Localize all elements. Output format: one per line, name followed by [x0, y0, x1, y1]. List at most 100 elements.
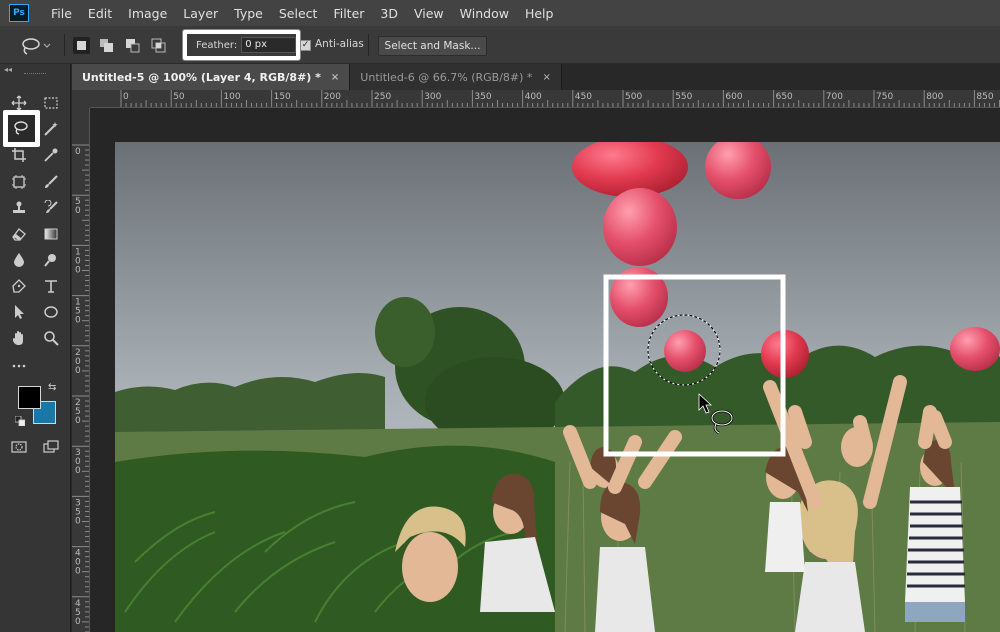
rectangular-marquee-icon — [44, 97, 58, 109]
antialias-checkbox[interactable]: ✓ — [300, 40, 311, 51]
add-to-selection-button[interactable] — [98, 37, 115, 54]
ruler-origin[interactable] — [72, 90, 90, 108]
ruler-label: 750 — [876, 92, 893, 102]
eraser-tool[interactable] — [8, 223, 30, 245]
menu-layer[interactable]: Layer — [175, 6, 226, 21]
quick-mask-button[interactable] — [8, 436, 30, 458]
ruler-label: 250 — [374, 92, 391, 102]
foreground-color-swatch[interactable] — [18, 386, 41, 409]
new-selection-icon — [77, 41, 86, 50]
new-selection-button[interactable] — [73, 37, 90, 54]
ruler-label: 0 — [75, 147, 81, 157]
feather-label: Feather: — [196, 39, 238, 51]
ellipse-tool[interactable] — [40, 301, 62, 323]
photoshop-logo-icon: Ps — [9, 4, 29, 22]
menu-image[interactable]: Image — [120, 6, 175, 21]
subtract-from-selection-button[interactable] — [124, 37, 141, 54]
tab-label: Untitled-5 @ 100% (Layer 4, RGB/8#) * — [82, 70, 321, 84]
ruler-label: 150 — [75, 298, 81, 326]
brush-icon — [45, 175, 58, 188]
highlight-box — [603, 274, 786, 457]
vertical-ruler[interactable]: 0 50 100 150 200 250 300 350 400 450 — [72, 108, 90, 632]
magic-wand-tool[interactable] — [40, 118, 62, 140]
ruler-ticks: 0 5 0 1 0 0 1 5 0 2 0 0 2 5 0 3 0 0 3 5 0 4 0 0 4 5 0 — [72, 144, 89, 632]
panel-grip[interactable] — [24, 73, 46, 75]
history-brush-icon — [44, 200, 58, 213]
menu-edit[interactable]: Edit — [80, 6, 120, 21]
magic-wand-icon — [44, 122, 58, 136]
tab-untitled-5[interactable]: Untitled-5 @ 100% (Layer 4, RGB/8#) * × — [72, 64, 351, 90]
menu-type[interactable]: Type — [226, 6, 271, 21]
clone-stamp-tool[interactable] — [8, 197, 30, 219]
tab-untitled-6[interactable]: Untitled-6 @ 66.7% (RGB/8#) * × — [350, 64, 562, 90]
crop-tool[interactable] — [8, 144, 30, 166]
dodge-tool[interactable] — [40, 249, 62, 271]
intersect-selection-icon — [151, 38, 166, 53]
type-tool[interactable] — [40, 275, 62, 297]
ruler-label: 450 — [75, 599, 81, 627]
menu-select[interactable]: Select — [271, 6, 326, 21]
menu-window[interactable]: Window — [452, 6, 517, 21]
menu-3d[interactable]: 3D — [372, 6, 406, 21]
more-icon — [12, 364, 26, 368]
ruler-label: 50 — [173, 92, 185, 102]
add-selection-icon — [100, 39, 113, 52]
ruler-label: 350 — [75, 498, 81, 526]
lasso-tool[interactable] — [10, 117, 32, 139]
ellipse-icon — [44, 306, 58, 318]
dodge-icon — [44, 254, 56, 267]
frame-tool[interactable] — [8, 171, 30, 193]
swap-colors-icon[interactable]: ⇆ — [48, 382, 56, 393]
menu-file[interactable]: File — [43, 6, 80, 21]
feather-input[interactable]: 0 px — [241, 37, 296, 53]
options-bar: Feather: 0 px ✓ Anti-alias Select and Ma… — [0, 26, 1000, 64]
tool-preset-picker[interactable] — [20, 36, 56, 56]
ruler-label: 200 — [75, 348, 81, 376]
eyedropper-tool[interactable] — [40, 144, 62, 166]
close-icon[interactable]: × — [542, 72, 550, 83]
intersect-selection-button[interactable] — [150, 37, 167, 54]
history-brush-tool[interactable] — [40, 197, 62, 219]
ruler-label: 850 — [976, 92, 993, 102]
ruler-label: 350 — [474, 92, 491, 102]
feather-highlight: Feather: 0 px — [183, 30, 300, 60]
canvas-area[interactable] — [91, 108, 1000, 632]
ruler-label: 100 — [223, 92, 240, 102]
ruler-label: 450 — [575, 92, 592, 102]
menu-help[interactable]: Help — [517, 6, 562, 21]
hand-tool[interactable] — [8, 327, 30, 349]
ruler-label: 400 — [75, 549, 81, 577]
lasso-selection-outline-dark — [647, 314, 721, 386]
stamp-icon — [13, 201, 25, 213]
ruler-label: 300 — [75, 448, 81, 476]
menu-bar: Ps File Edit Image Layer Type Select Fil… — [0, 0, 1000, 26]
pen-tool[interactable] — [8, 275, 30, 297]
ruler-label: 650 — [776, 92, 793, 102]
ruler-label: 50 — [75, 197, 81, 216]
marquee-tool[interactable] — [40, 92, 62, 114]
frame-icon — [12, 175, 26, 189]
gradient-icon — [44, 228, 58, 240]
collapse-panel-icon[interactable]: ◂◂ — [4, 65, 12, 74]
horizontal-ruler[interactable]: 0 50 100 150 200 250 300 350 400 450 500 550 600 650 7… — [90, 90, 1000, 108]
close-icon[interactable]: × — [331, 72, 339, 83]
brush-tool[interactable] — [40, 171, 62, 193]
tab-label: Untitled-6 @ 66.7% (RGB/8#) * — [360, 70, 533, 84]
annotation-overlay — [603, 274, 786, 457]
gradient-tool[interactable] — [40, 223, 62, 245]
menu-filter[interactable]: Filter — [325, 6, 372, 21]
more-tools-button[interactable] — [8, 354, 30, 376]
lasso-icon — [22, 38, 51, 55]
zoom-tool[interactable] — [40, 327, 62, 349]
menu-view[interactable]: View — [406, 6, 452, 21]
path-selection-tool[interactable] — [8, 301, 30, 323]
default-colors-icon[interactable] — [15, 416, 25, 426]
crop-icon — [12, 148, 26, 162]
hand-icon — [13, 331, 23, 345]
magnifier-icon — [44, 331, 59, 346]
select-and-mask-button[interactable]: Select and Mask... — [378, 36, 487, 56]
type-icon — [45, 280, 57, 293]
blur-tool[interactable] — [8, 249, 30, 271]
ruler-label: 600 — [725, 92, 742, 102]
screen-mode-button[interactable] — [40, 436, 62, 458]
